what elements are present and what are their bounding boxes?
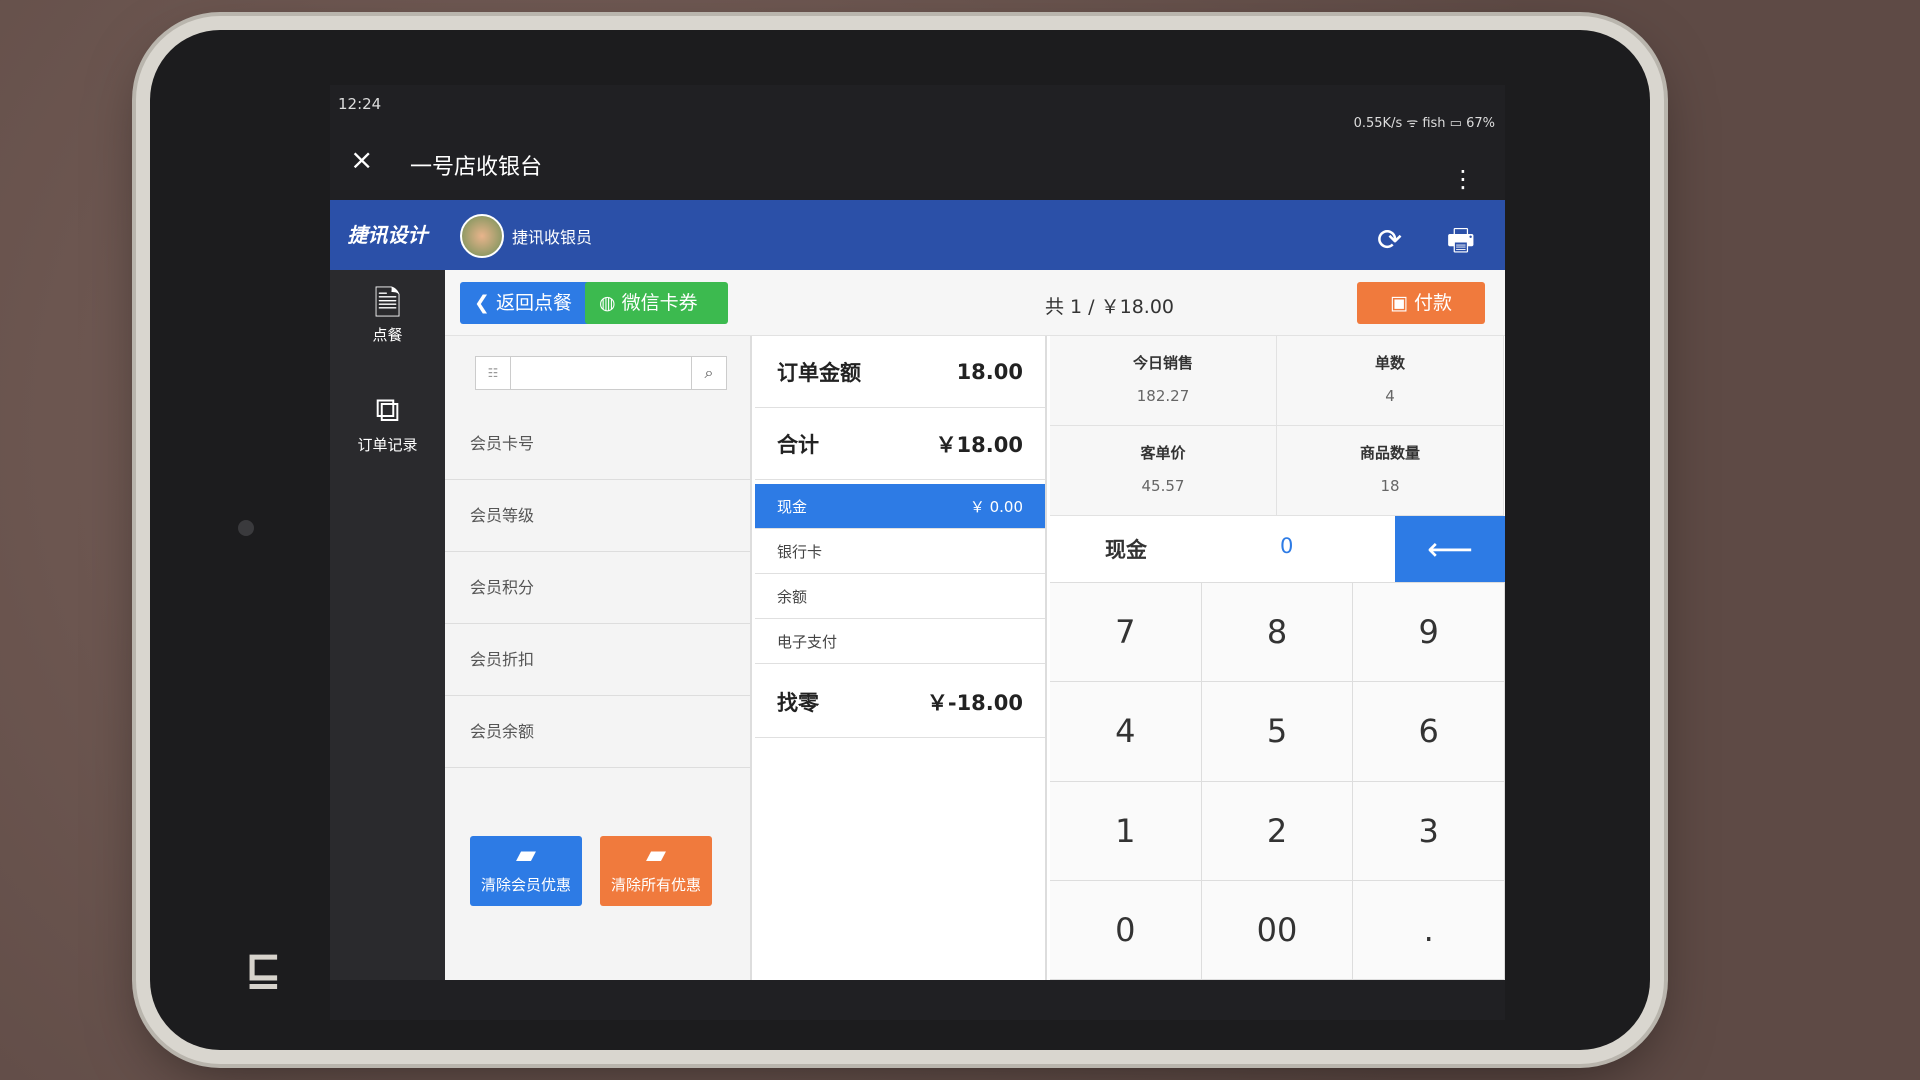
pay-button[interactable]: ▣ 付款 [1357,282,1485,324]
print-icon[interactable]: 🖶 [1447,223,1475,258]
sidebar-item-label: 点餐 [372,326,403,344]
cash-input-row: 现金 0 ⟵ [1050,516,1505,583]
member-points: 会员积分 [445,552,750,624]
pos-app: 捷讯设计 捷讯收银员 ⟳ 🖶 🗎 点餐 ⧉ 订单记录 ❮ 返回点餐 ◍ 微信卡券… [330,200,1505,980]
action-bar: ❮ 返回点餐 ◍ 微信卡券 共 1 / ￥18.00 ▣ 付款 [445,270,1505,336]
payment-method-label: 电子支付 [777,632,838,651]
change-label: 找零 [777,690,819,715]
status-time: 12:24 [338,95,382,113]
stat-label: 商品数量 [1359,444,1420,462]
payment-method-value: ￥ 0.00 [969,497,1023,516]
stats-keypad-panel: 今日销售 182.27 单数 4 客单价 45.57 商品数量 18 现金 0 … [1050,336,1505,980]
clear-member-discount-button[interactable]: ▰ 清除会员优惠 [470,836,582,906]
key-00[interactable]: 00 [1201,880,1354,980]
stat-value: 18 [1380,477,1400,495]
title-bar: × 一号店收银台 ⋮ [330,125,1505,200]
screen: 12:24 0.55K/s ᯤ fish ▭ 67% × 一号店收银台 ⋮ 捷讯… [330,85,1505,1020]
payment-method-bank-card[interactable]: 银行卡 [755,529,1045,574]
cash-input-value[interactable]: 0 [1280,534,1293,558]
copy-icon: ⧉ [375,390,400,430]
stat-label: 单数 [1374,354,1405,372]
more-menu-icon[interactable]: ⋮ [1451,165,1475,193]
stat-value: 45.57 [1141,477,1185,495]
key-1[interactable]: 1 [1050,781,1202,881]
sidebar-item-order[interactable]: 🗎 点餐 [330,270,445,380]
key-8[interactable]: 8 [1201,583,1354,683]
stat-label: 客单价 [1140,444,1186,462]
tablet-frame: ⊑ 12:24 0.55K/s ᯤ fish ▭ 67% × 一号店收银台 ⋮ … [150,30,1650,1050]
refresh-icon[interactable]: ⟳ [1377,223,1402,258]
stat-item-count: 商品数量 18 [1277,426,1504,516]
key-6[interactable]: 6 [1353,682,1505,782]
sidebar-item-label: 订单记录 [357,436,418,454]
clear-all-discounts-button[interactable]: ▰ 清除所有优惠 [600,836,712,906]
camera [238,520,254,536]
card-icon: ☷ [476,357,511,389]
wechat-coupon-button[interactable]: ◍ 微信卡券 [585,282,728,324]
total-row: 合计 ￥18.00 [755,408,1045,480]
stat-today-sales: 今日销售 182.27 [1050,336,1277,426]
eraser-icon: ▰ [516,840,536,870]
member-card-number: 会员卡号 [445,408,750,480]
member-search-input[interactable] [514,359,688,387]
payment-method-label: 银行卡 [777,542,823,561]
payment-method-label: 现金 [777,497,808,516]
document-icon: 🗎 [373,284,402,324]
order-amount-label: 订单金额 [777,360,861,385]
top-bar: 捷讯设计 捷讯收银员 ⟳ 🖶 [330,200,1505,270]
total-value: ￥18.00 [935,432,1023,457]
member-discount: 会员折扣 [445,624,750,696]
order-amount-value: 18.00 [956,359,1023,384]
member-panel: ☷ ⌕ 会员卡号 会员等级 会员积分 会员折扣 会员余额 ▰ 清除会员优惠 ▰ [445,336,752,980]
cashier-name: 捷讯收银员 [512,228,593,247]
order-amount-row: 订单金额 18.00 [755,336,1045,408]
key-7[interactable]: 7 [1050,583,1202,683]
stat-order-count: 单数 4 [1277,336,1504,426]
sidebar: 🗎 点餐 ⧉ 订单记录 [330,270,445,980]
clear-all-label: 清除所有优惠 [610,876,701,894]
payment-method-cash[interactable]: 现金 ￥ 0.00 [755,484,1045,529]
close-icon[interactable]: × [350,143,373,176]
brand-logo: ⊑ [245,944,282,995]
total-label: 合计 [777,432,819,457]
eraser-icon: ▰ [646,840,666,870]
key-dot[interactable]: . [1353,880,1505,980]
stat-label: 今日销售 [1132,354,1193,372]
key-4[interactable]: 4 [1050,682,1202,782]
back-to-order-button[interactable]: ❮ 返回点餐 [460,282,603,324]
member-balance: 会员余额 [445,696,750,768]
order-summary: 共 1 / ￥18.00 [1045,296,1175,318]
avatar [460,214,504,258]
payment-panel: 订单金额 18.00 合计 ￥18.00 现金 ￥ 0.00 银行卡 余额 电子… [755,336,1047,980]
key-3[interactable]: 3 [1353,781,1505,881]
change-row: 找零 ￥-18.00 [755,666,1045,738]
clear-member-label: 清除会员优惠 [480,876,571,894]
member-level: 会员等级 [445,480,750,552]
member-search: ☷ ⌕ [475,356,727,390]
sidebar-item-order-history[interactable]: ⧉ 订单记录 [330,380,445,490]
stat-value: 182.27 [1136,387,1190,405]
stat-value: 4 [1385,387,1395,405]
key-2[interactable]: 2 [1201,781,1354,881]
numeric-keypad: 7 8 9 4 5 6 1 2 3 0 00 . [1050,583,1505,980]
search-icon[interactable]: ⌕ [691,357,726,389]
backspace-icon[interactable]: ⟵ [1395,516,1505,582]
payment-method-label: 余额 [777,587,808,606]
main-panel: ❮ 返回点餐 ◍ 微信卡券 共 1 / ￥18.00 ▣ 付款 ☷ ⌕ 会员卡号… [445,270,1505,980]
payment-method-balance[interactable]: 余额 [755,574,1045,619]
payment-method-e-payment[interactable]: 电子支付 [755,619,1045,664]
cash-input-label: 现金 [1105,538,1147,562]
window-title: 一号店收银台 [410,155,543,180]
top-actions: ⟳ 🖶 [1342,218,1475,269]
key-0[interactable]: 0 [1050,880,1202,980]
key-5[interactable]: 5 [1201,682,1354,782]
cashier-info: 捷讯收银员 [460,214,592,258]
status-bar: 12:24 0.55K/s ᯤ fish ▭ 67% [330,85,1505,131]
stat-avg-ticket: 客单价 45.57 [1050,426,1277,516]
key-9[interactable]: 9 [1353,583,1505,683]
app-logo: 捷讯设计 [347,223,428,247]
change-value: ￥-18.00 [926,690,1023,715]
